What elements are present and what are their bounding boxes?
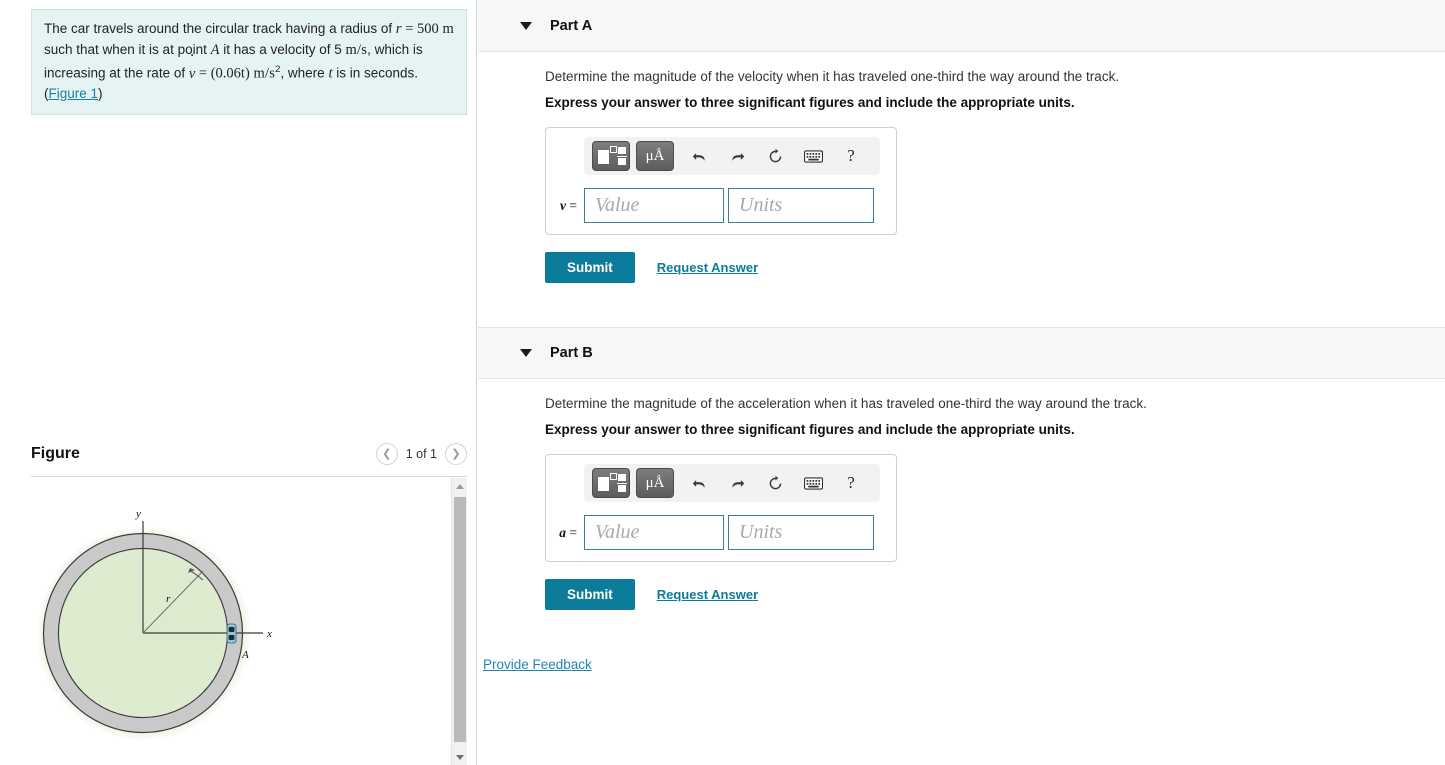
part-a-request-answer-link[interactable]: Request Answer xyxy=(657,260,758,275)
part-a-variable-symbol: v xyxy=(560,197,566,213)
part-b-header[interactable]: Part B xyxy=(478,327,1445,379)
figure-1-link[interactable]: Figure 1 xyxy=(49,86,99,101)
figure-title: Figure xyxy=(31,445,80,462)
problem-text-line3a: increasing at the rate of xyxy=(44,65,189,81)
problem-text-line3c: is in seconds. xyxy=(332,65,419,81)
help-button[interactable]: ? xyxy=(832,141,870,171)
part-b-equals-sign: = xyxy=(569,524,577,540)
part-a-question: Determine the magnitude of the velocity … xyxy=(545,69,1120,84)
part-b-field-row: a = xyxy=(556,515,886,550)
redo-arrow-icon[interactable] xyxy=(718,468,756,498)
feedback-row: Provide Feedback xyxy=(483,656,1445,674)
vdot-symbol: v xyxy=(189,65,195,85)
equals-sign-rate: = xyxy=(195,65,211,82)
part-b-units-input[interactable] xyxy=(728,515,874,550)
part-b-body: Determine the magnitude of the accelerat… xyxy=(478,379,1445,674)
part-b-submit-button[interactable]: Submit xyxy=(545,579,635,610)
scroll-down-arrow-icon[interactable] xyxy=(452,749,467,765)
units-mu-angstrom-button[interactable]: μÅ xyxy=(636,468,674,498)
chevron-right-icon: ❯ xyxy=(451,447,461,460)
figure-prev-button[interactable]: ❮ xyxy=(375,443,398,465)
part-b-answer-box: μÅ ? a = Value Units xyxy=(545,454,897,562)
help-label: ? xyxy=(847,473,855,492)
equals-sign-radius: = xyxy=(401,21,418,37)
caret-down-icon[interactable] xyxy=(520,349,532,357)
rate-expression: (0.06t) xyxy=(210,65,250,82)
radius-unit: m xyxy=(442,21,455,37)
units-button-label: μÅ xyxy=(645,474,665,491)
figure-canvas: y x r A xyxy=(31,478,451,765)
part-a-variable-label: v = xyxy=(556,198,584,214)
part-b-actions: Submit Request Answer xyxy=(545,579,1445,610)
math-template-icon[interactable] xyxy=(592,468,630,498)
problem-text-line2b: it has a velocity of 5 xyxy=(219,41,346,57)
problem-statement: The car travels around the circular trac… xyxy=(31,9,467,115)
reset-circular-arrow-icon[interactable] xyxy=(756,468,794,498)
caret-down-icon[interactable] xyxy=(520,21,532,30)
velocity-unit: m/s xyxy=(345,41,368,58)
rate-unit: m/s xyxy=(253,65,276,82)
part-a-answer-box: μÅ ? v = Value Units xyxy=(545,127,897,235)
units-mu-angstrom-button[interactable]: μÅ xyxy=(636,141,674,171)
circular-track-diagram: y x r A xyxy=(36,508,272,741)
part-a-submit-button[interactable]: Submit xyxy=(545,252,635,283)
y-axis-label: y xyxy=(135,508,141,520)
figure-next-button[interactable]: ❯ xyxy=(445,443,467,465)
figure-divider xyxy=(31,476,467,477)
part-b-request-answer-link[interactable]: Request Answer xyxy=(657,587,758,602)
problem-text-line2a: such that when it is at point xyxy=(44,41,211,57)
part-b-instruction: Express your answer to three significant… xyxy=(545,422,1075,437)
car-marker xyxy=(226,623,237,644)
part-a-toolbar: μÅ ? xyxy=(584,137,880,175)
figure-pager: ❮ 1 of 1 ❯ xyxy=(375,443,467,465)
units-button-label: μÅ xyxy=(645,147,665,164)
scroll-up-arrow-icon[interactable] xyxy=(452,478,467,494)
left-panel: The car travels around the circular trac… xyxy=(0,0,477,765)
figure-scroll-viewport: y x r A xyxy=(31,478,467,765)
point-a-label: A xyxy=(241,649,249,661)
part-b-toolbar: μÅ ? xyxy=(584,464,880,502)
part-b-value-input[interactable] xyxy=(584,515,724,550)
math-template-icon[interactable] xyxy=(592,141,630,171)
radius-value: 500 xyxy=(417,21,439,37)
problem-text-line1: The car travels around the circular trac… xyxy=(44,21,396,36)
problem-text-line3b: , where xyxy=(280,65,329,81)
scrollbar-thumb[interactable] xyxy=(454,497,466,742)
help-button[interactable]: ? xyxy=(832,468,870,498)
part-b-title: Part B xyxy=(550,345,593,361)
problem-text-line2c: , which is xyxy=(367,41,423,57)
part-a-equals-sign: = xyxy=(569,197,577,213)
part-b-variable-symbol: a xyxy=(559,524,566,540)
keyboard-icon[interactable] xyxy=(794,141,832,171)
x-axis-label: x xyxy=(266,628,272,640)
part-a-instruction: Express your answer to three significant… xyxy=(545,95,1075,110)
right-panel: Part A Determine the magnitude of the ve… xyxy=(478,0,1445,765)
figure-header: Figure ❮ 1 of 1 ❯ xyxy=(31,443,467,473)
part-a-body: Determine the magnitude of the velocity … xyxy=(478,52,1445,283)
reset-circular-arrow-icon[interactable] xyxy=(756,141,794,171)
keyboard-icon[interactable] xyxy=(794,468,832,498)
chevron-left-icon: ❮ xyxy=(382,447,392,460)
undo-arrow-icon[interactable] xyxy=(680,141,718,171)
part-a-field-row: v = xyxy=(556,188,886,223)
part-b-question: Determine the magnitude of the accelerat… xyxy=(545,396,1147,411)
part-a-value-input[interactable] xyxy=(584,188,724,223)
part-a-units-input[interactable] xyxy=(728,188,874,223)
undo-arrow-icon[interactable] xyxy=(680,468,718,498)
figure-scrollbar[interactable] xyxy=(451,478,467,765)
part-b-variable-label: a = xyxy=(556,525,584,541)
help-label: ? xyxy=(847,146,855,165)
figure-page-label: 1 of 1 xyxy=(405,447,437,461)
redo-arrow-icon[interactable] xyxy=(718,141,756,171)
part-a-header[interactable]: Part A xyxy=(478,0,1445,52)
part-a-actions: Submit Request Answer xyxy=(545,252,1445,283)
provide-feedback-link[interactable]: Provide Feedback xyxy=(483,657,592,672)
radius-label: r xyxy=(166,593,171,605)
page-root: The car travels around the circular trac… xyxy=(0,0,1445,765)
part-a-title: Part A xyxy=(550,17,593,34)
